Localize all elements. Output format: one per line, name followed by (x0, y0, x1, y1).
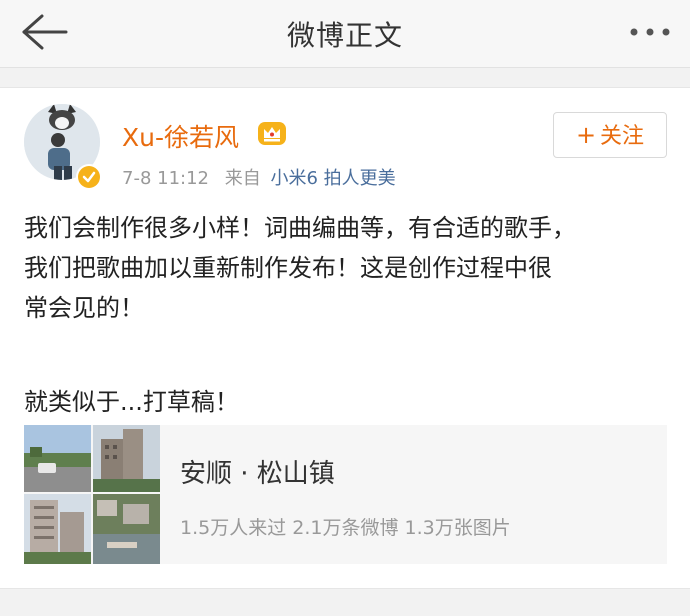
verified-badge-icon (76, 164, 102, 190)
location-thumb (93, 425, 160, 492)
page-title: 微博正文 (286, 19, 403, 52)
post-text-para2: 就类似于...打草稿！ (24, 388, 239, 416)
section-gap (0, 69, 690, 87)
location-stats: 1.5万人来过 2.1万条微博 1.3万张图片 (180, 517, 511, 539)
post-time: 7-8 11:12 (122, 168, 209, 189)
post-text-line: 我们把歌曲加以重新制作发布！这是创作过程中很 (24, 254, 552, 282)
crown-icon (258, 122, 286, 145)
post-text-line: 我们会制作很多小样！词曲编曲等，有合适的歌手， (24, 214, 576, 242)
location-name: 安顺 · 松山镇 (180, 459, 335, 489)
bottom-gap (0, 590, 690, 616)
location-card[interactable]: 安顺 · 松山镇 1.5万人来过 2.1万条微博 1.3万张图片 (24, 425, 667, 564)
username[interactable]: Xu-徐若风 (122, 118, 239, 154)
post-text-line: 常会见的！ (24, 294, 144, 322)
plus-icon: + (575, 121, 597, 149)
follow-button[interactable]: + 关注 (553, 112, 667, 158)
more-dots-icon (630, 28, 670, 36)
more-button[interactable] (626, 18, 674, 46)
location-thumb (24, 425, 91, 492)
post-card: Xu-徐若风 7-8 11:12 来自 小米6 拍人更美 + 关注 我们会制作很多… (0, 87, 690, 589)
post-meta: 7-8 11:12 来自 小米6 拍人更美 (122, 164, 396, 190)
follow-label: 关注 (600, 124, 645, 149)
location-thumb (93, 494, 160, 564)
source-prefix: 来自 (224, 168, 261, 189)
source-link[interactable]: 小米6 拍人更美 (270, 168, 395, 189)
post-text: 我们会制作很多小样！词曲编曲等，有合适的歌手， 我们把歌曲加以重新制作发布！这是… (24, 208, 672, 328)
location-thumb (24, 494, 91, 564)
navbar: 微博正文 (0, 0, 690, 68)
